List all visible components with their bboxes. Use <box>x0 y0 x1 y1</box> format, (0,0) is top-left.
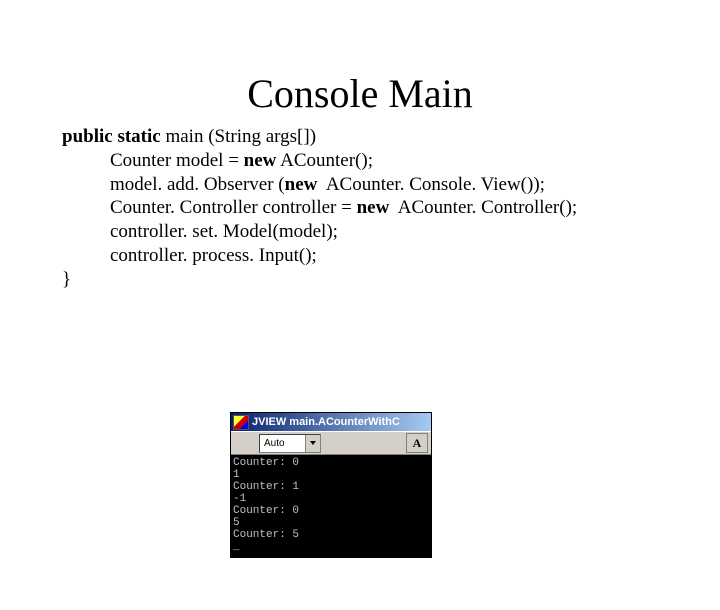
console-output: Counter: 0 1 Counter: 1 -1 Counter: 0 5 … <box>231 455 431 557</box>
toolbar-button-1[interactable] <box>234 433 256 453</box>
console-line: Counter: 0 <box>233 457 299 469</box>
app-icon <box>233 415 249 430</box>
code-line-3: Counter. Controller controller = new ACo… <box>62 196 720 220</box>
toolbar-button-3[interactable] <box>349 433 371 453</box>
console-line: Counter: 0 <box>233 505 299 517</box>
code-signature: public static main (String args[]) <box>62 125 720 149</box>
font-dropdown[interactable]: Auto <box>259 434 321 453</box>
console-line: 5 <box>233 517 240 529</box>
console-line: -1 <box>233 493 246 505</box>
console-line: 1 <box>233 469 240 481</box>
code-block: public static main (String args[]) Count… <box>62 125 720 291</box>
code-close-brace: } <box>62 268 720 292</box>
window-title-text: JVIEW main.ACounterWithC <box>252 416 400 428</box>
code-line-4: controller. set. Model(model); <box>62 220 720 244</box>
console-window: JVIEW main.ACounterWithC Auto A Counter:… <box>230 412 432 558</box>
console-line: Counter: 1 <box>233 481 299 493</box>
dropdown-value: Auto <box>264 438 285 449</box>
code-line-2: model. add. Observer (new ACounter. Cons… <box>62 173 720 197</box>
window-titlebar[interactable]: JVIEW main.ACounterWithC <box>231 413 431 431</box>
font-sample-button[interactable]: A <box>406 433 428 453</box>
window-toolbar: Auto A <box>231 431 431 455</box>
code-line-1: Counter model = new ACounter(); <box>62 149 720 173</box>
code-line-5: controller. process. Input(); <box>62 244 720 268</box>
chevron-down-icon[interactable] <box>305 435 320 452</box>
console-line: _ <box>233 541 240 553</box>
console-line: Counter: 5 <box>233 529 299 541</box>
toolbar-button-2[interactable] <box>324 433 346 453</box>
page-title: Console Main <box>0 70 720 117</box>
